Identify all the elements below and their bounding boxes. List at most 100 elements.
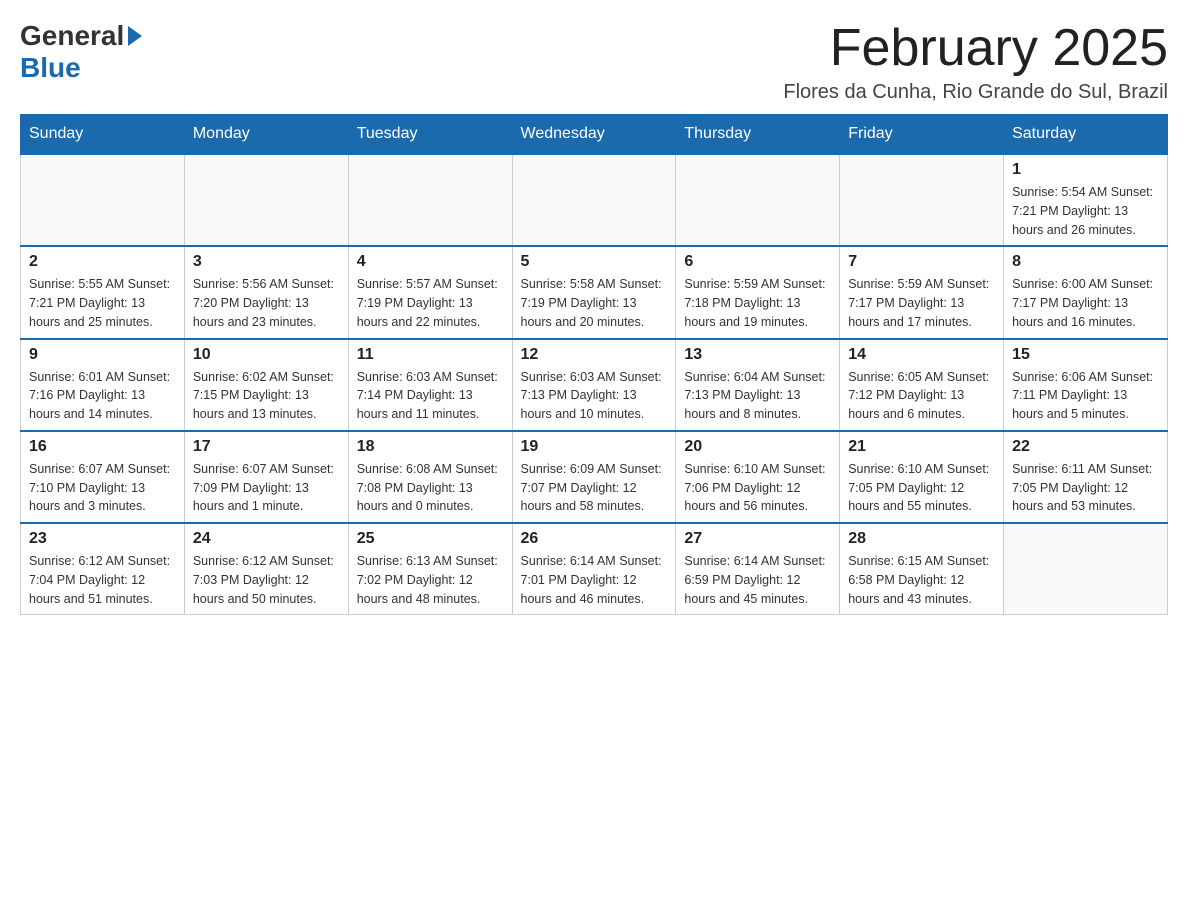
logo-general-text: General bbox=[20, 20, 124, 52]
day-number: 9 bbox=[29, 346, 176, 364]
calendar-week-row: 16 Sunrise: 6:07 AM Sunset: 7:10 PM Dayli… bbox=[21, 431, 1168, 523]
calendar-week-row: 2 Sunrise: 5:55 AM Sunset: 7:21 PM Daylig… bbox=[21, 246, 1168, 338]
calendar-cell: 21 Sunrise: 6:10 AM Sunset: 7:05 PM Dayli… bbox=[840, 431, 1004, 523]
day-number: 7 bbox=[848, 253, 995, 271]
day-info: Sunrise: 6:10 AM Sunset: 7:06 PM Dayligh… bbox=[684, 460, 831, 516]
calendar-cell: 9 Sunrise: 6:01 AM Sunset: 7:16 PM Daylig… bbox=[21, 339, 185, 431]
day-info: Sunrise: 5:56 AM Sunset: 7:20 PM Dayligh… bbox=[193, 275, 340, 331]
calendar-cell bbox=[676, 154, 840, 246]
day-info: Sunrise: 6:11 AM Sunset: 7:05 PM Dayligh… bbox=[1012, 460, 1159, 516]
calendar-week-row: 23 Sunrise: 6:12 AM Sunset: 7:04 PM Dayli… bbox=[21, 523, 1168, 615]
day-number: 19 bbox=[521, 438, 668, 456]
calendar-cell: 25 Sunrise: 6:13 AM Sunset: 7:02 PM Dayli… bbox=[348, 523, 512, 615]
logo-arrow-icon bbox=[128, 26, 142, 46]
day-number: 1 bbox=[1012, 161, 1159, 179]
header-tuesday: Tuesday bbox=[348, 115, 512, 155]
day-number: 3 bbox=[193, 253, 340, 271]
day-number: 16 bbox=[29, 438, 176, 456]
calendar-cell: 5 Sunrise: 5:58 AM Sunset: 7:19 PM Daylig… bbox=[512, 246, 676, 338]
calendar-cell: 13 Sunrise: 6:04 AM Sunset: 7:13 PM Dayli… bbox=[676, 339, 840, 431]
day-number: 10 bbox=[193, 346, 340, 364]
calendar: Sunday Monday Tuesday Wednesday Thursday… bbox=[20, 114, 1168, 615]
day-info: Sunrise: 6:15 AM Sunset: 6:58 PM Dayligh… bbox=[848, 552, 995, 608]
calendar-cell: 22Sunrise: 6:11 AM Sunset: 7:05 PM Dayli… bbox=[1004, 431, 1168, 523]
calendar-cell: 20 Sunrise: 6:10 AM Sunset: 7:06 PM Dayli… bbox=[676, 431, 840, 523]
calendar-cell: 24 Sunrise: 6:12 AM Sunset: 7:03 PM Dayli… bbox=[184, 523, 348, 615]
day-info: Sunrise: 6:04 AM Sunset: 7:13 PM Dayligh… bbox=[684, 368, 831, 424]
calendar-cell bbox=[1004, 523, 1168, 615]
day-number: 11 bbox=[357, 346, 504, 364]
logo-blue-text: Blue bbox=[20, 52, 81, 84]
calendar-cell bbox=[512, 154, 676, 246]
day-number: 21 bbox=[848, 438, 995, 456]
calendar-cell bbox=[184, 154, 348, 246]
calendar-week-row: 1 Sunrise: 5:54 AM Sunset: 7:21 PM Daylig… bbox=[21, 154, 1168, 246]
calendar-cell: 2 Sunrise: 5:55 AM Sunset: 7:21 PM Daylig… bbox=[21, 246, 185, 338]
page-header: General Blue February 2025 Flores da Cun… bbox=[20, 20, 1168, 104]
day-number: 12 bbox=[521, 346, 668, 364]
day-info: Sunrise: 6:14 AM Sunset: 6:59 PM Dayligh… bbox=[684, 552, 831, 608]
calendar-cell: 19 Sunrise: 6:09 AM Sunset: 7:07 PM Dayli… bbox=[512, 431, 676, 523]
calendar-cell: 10 Sunrise: 6:02 AM Sunset: 7:15 PM Dayli… bbox=[184, 339, 348, 431]
header-saturday: Saturday bbox=[1004, 115, 1168, 155]
day-info: Sunrise: 6:12 AM Sunset: 7:04 PM Dayligh… bbox=[29, 552, 176, 608]
day-number: 27 bbox=[684, 530, 831, 548]
day-number: 2 bbox=[29, 253, 176, 271]
day-info: Sunrise: 6:01 AM Sunset: 7:16 PM Dayligh… bbox=[29, 368, 176, 424]
calendar-cell: 1 Sunrise: 5:54 AM Sunset: 7:21 PM Daylig… bbox=[1004, 154, 1168, 246]
day-info: Sunrise: 6:10 AM Sunset: 7:05 PM Dayligh… bbox=[848, 460, 995, 516]
calendar-cell bbox=[21, 154, 185, 246]
day-info: Sunrise: 6:14 AM Sunset: 7:01 PM Dayligh… bbox=[521, 552, 668, 608]
day-info: Sunrise: 5:54 AM Sunset: 7:21 PM Dayligh… bbox=[1012, 183, 1159, 239]
day-info: Sunrise: 5:59 AM Sunset: 7:18 PM Dayligh… bbox=[684, 275, 831, 331]
day-info: Sunrise: 5:55 AM Sunset: 7:21 PM Dayligh… bbox=[29, 275, 176, 331]
day-number: 28 bbox=[848, 530, 995, 548]
calendar-header-row: Sunday Monday Tuesday Wednesday Thursday… bbox=[21, 115, 1168, 155]
day-number: 20 bbox=[684, 438, 831, 456]
day-number: 23 bbox=[29, 530, 176, 548]
day-info: Sunrise: 6:06 AM Sunset: 7:11 PM Dayligh… bbox=[1012, 368, 1159, 424]
title-section: February 2025 Flores da Cunha, Rio Grand… bbox=[783, 20, 1168, 104]
day-number: 15 bbox=[1012, 346, 1159, 364]
day-number: 8 bbox=[1012, 253, 1159, 271]
day-info: Sunrise: 6:03 AM Sunset: 7:14 PM Dayligh… bbox=[357, 368, 504, 424]
logo: General Blue bbox=[20, 20, 142, 84]
day-info: Sunrise: 5:58 AM Sunset: 7:19 PM Dayligh… bbox=[521, 275, 668, 331]
calendar-cell bbox=[348, 154, 512, 246]
month-title: February 2025 bbox=[783, 20, 1168, 77]
calendar-cell: 16 Sunrise: 6:07 AM Sunset: 7:10 PM Dayli… bbox=[21, 431, 185, 523]
calendar-cell: 7Sunrise: 5:59 AM Sunset: 7:17 PM Daylig… bbox=[840, 246, 1004, 338]
calendar-cell: 28 Sunrise: 6:15 AM Sunset: 6:58 PM Dayli… bbox=[840, 523, 1004, 615]
day-number: 13 bbox=[684, 346, 831, 364]
calendar-cell: 6 Sunrise: 5:59 AM Sunset: 7:18 PM Daylig… bbox=[676, 246, 840, 338]
day-info: Sunrise: 6:07 AM Sunset: 7:09 PM Dayligh… bbox=[193, 460, 340, 516]
calendar-cell bbox=[840, 154, 1004, 246]
calendar-week-row: 9 Sunrise: 6:01 AM Sunset: 7:16 PM Daylig… bbox=[21, 339, 1168, 431]
day-info: Sunrise: 6:07 AM Sunset: 7:10 PM Dayligh… bbox=[29, 460, 176, 516]
day-info: Sunrise: 6:13 AM Sunset: 7:02 PM Dayligh… bbox=[357, 552, 504, 608]
calendar-cell: 8 Sunrise: 6:00 AM Sunset: 7:17 PM Daylig… bbox=[1004, 246, 1168, 338]
day-number: 18 bbox=[357, 438, 504, 456]
calendar-cell: 17 Sunrise: 6:07 AM Sunset: 7:09 PM Dayli… bbox=[184, 431, 348, 523]
calendar-cell: 4Sunrise: 5:57 AM Sunset: 7:19 PM Daylig… bbox=[348, 246, 512, 338]
day-info: Sunrise: 6:00 AM Sunset: 7:17 PM Dayligh… bbox=[1012, 275, 1159, 331]
day-number: 25 bbox=[357, 530, 504, 548]
day-info: Sunrise: 6:09 AM Sunset: 7:07 PM Dayligh… bbox=[521, 460, 668, 516]
calendar-cell: 15 Sunrise: 6:06 AM Sunset: 7:11 PM Dayli… bbox=[1004, 339, 1168, 431]
day-number: 6 bbox=[684, 253, 831, 271]
day-info: Sunrise: 6:02 AM Sunset: 7:15 PM Dayligh… bbox=[193, 368, 340, 424]
day-number: 4 bbox=[357, 253, 504, 271]
calendar-cell: 14Sunrise: 6:05 AM Sunset: 7:12 PM Dayli… bbox=[840, 339, 1004, 431]
calendar-cell: 12Sunrise: 6:03 AM Sunset: 7:13 PM Dayli… bbox=[512, 339, 676, 431]
day-number: 5 bbox=[521, 253, 668, 271]
day-info: Sunrise: 6:12 AM Sunset: 7:03 PM Dayligh… bbox=[193, 552, 340, 608]
day-number: 17 bbox=[193, 438, 340, 456]
header-monday: Monday bbox=[184, 115, 348, 155]
day-info: Sunrise: 6:05 AM Sunset: 7:12 PM Dayligh… bbox=[848, 368, 995, 424]
day-number: 24 bbox=[193, 530, 340, 548]
calendar-cell: 27 Sunrise: 6:14 AM Sunset: 6:59 PM Dayli… bbox=[676, 523, 840, 615]
calendar-cell: 3 Sunrise: 5:56 AM Sunset: 7:20 PM Daylig… bbox=[184, 246, 348, 338]
header-thursday: Thursday bbox=[676, 115, 840, 155]
calendar-cell: 26Sunrise: 6:14 AM Sunset: 7:01 PM Dayli… bbox=[512, 523, 676, 615]
calendar-cell: 23 Sunrise: 6:12 AM Sunset: 7:04 PM Dayli… bbox=[21, 523, 185, 615]
